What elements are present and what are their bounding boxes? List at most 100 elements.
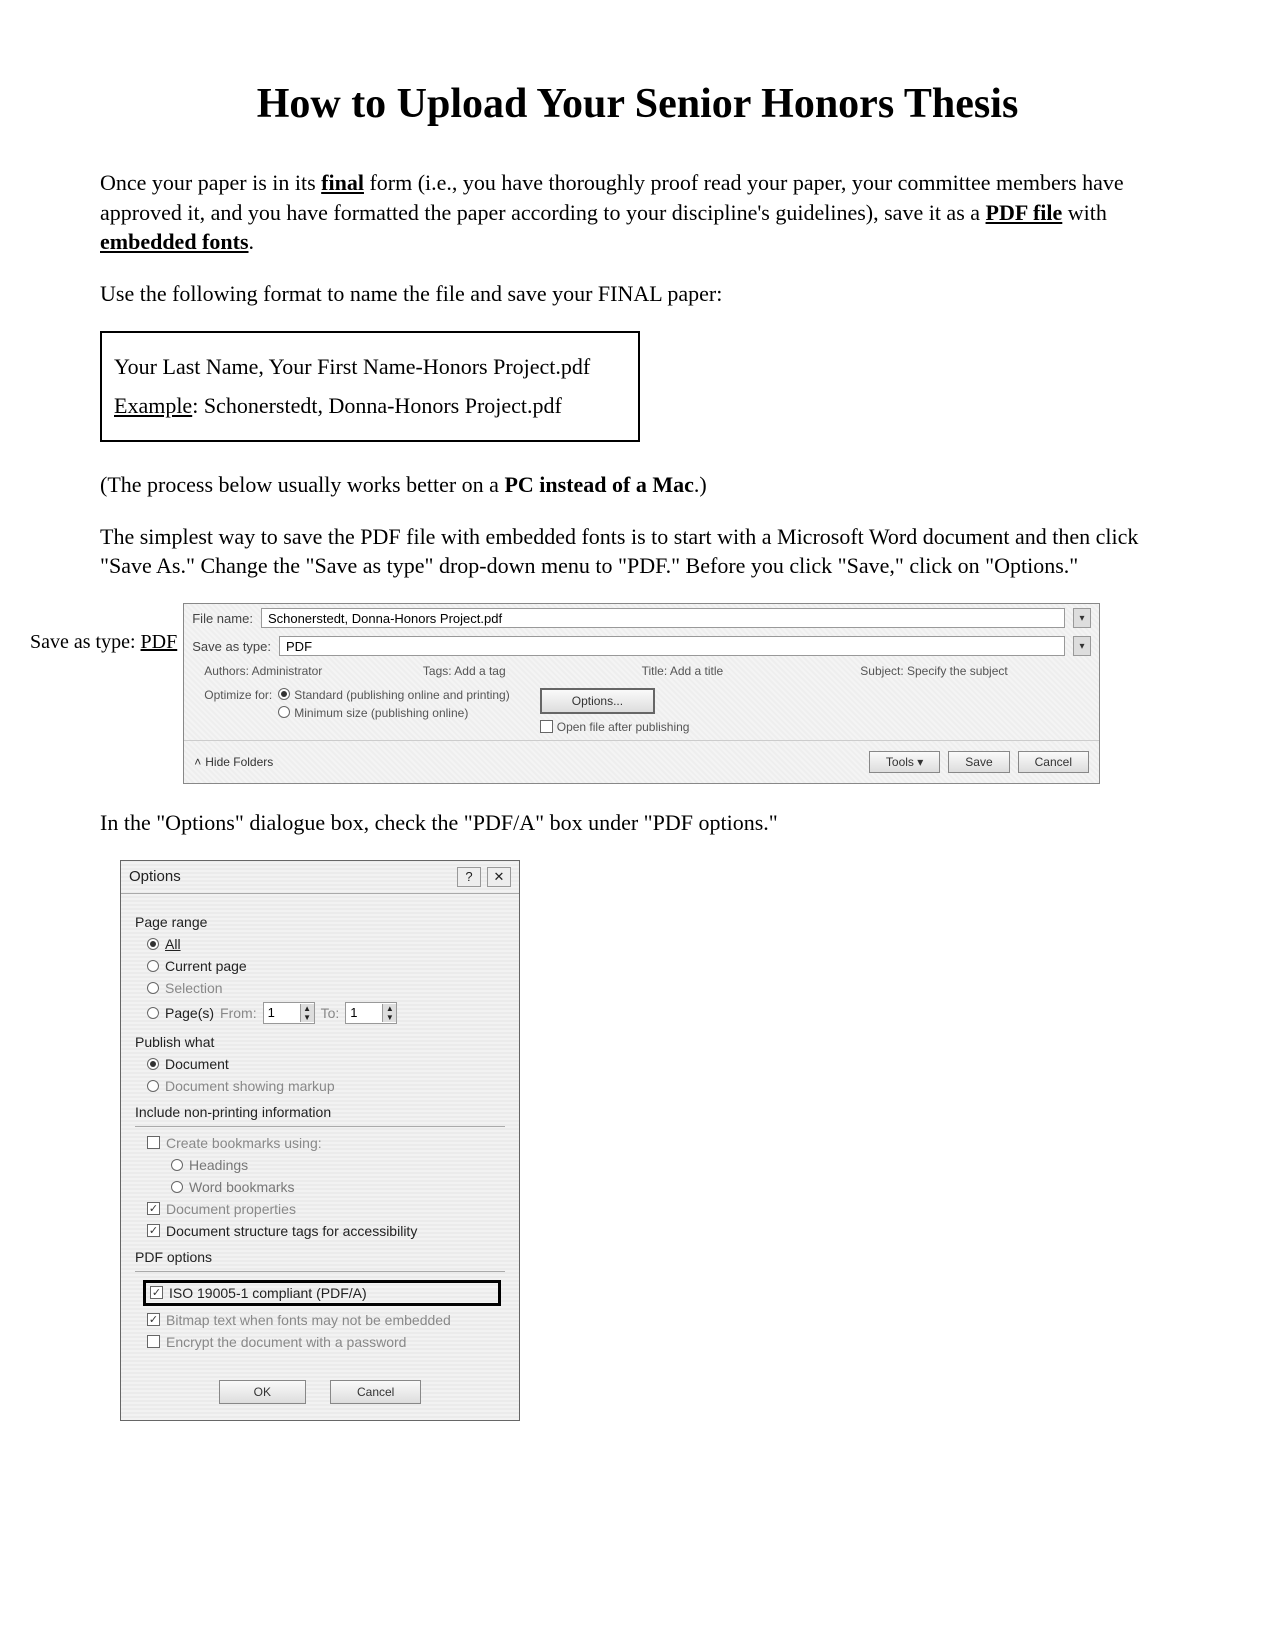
tags-label: Tags: bbox=[423, 664, 452, 678]
from-input[interactable] bbox=[264, 1005, 300, 1020]
checkbox-icon bbox=[147, 1202, 160, 1215]
checkbox-icon bbox=[147, 1313, 160, 1326]
text: Document bbox=[165, 1056, 229, 1072]
subject-value[interactable]: Specify the subject bbox=[907, 664, 1008, 678]
title-label: Title: bbox=[642, 664, 668, 678]
radio-icon bbox=[171, 1159, 183, 1171]
pdfa-checkbox[interactable]: ISO 19005-1 compliant (PDF/A) bbox=[143, 1280, 501, 1306]
radio-icon bbox=[147, 960, 159, 972]
from-label: From: bbox=[220, 1005, 257, 1021]
tools-button[interactable]: Tools ▾ bbox=[869, 751, 940, 773]
radio-icon bbox=[147, 938, 159, 950]
text: Hide Folders bbox=[205, 755, 273, 769]
cancel-button[interactable]: Cancel bbox=[1018, 751, 1089, 773]
text: Page(s) bbox=[165, 1005, 214, 1021]
example-value: : Schonerstedt, Donna-Honors Project.pdf bbox=[192, 393, 562, 418]
to-label: To: bbox=[321, 1005, 340, 1021]
headings-radio: Headings bbox=[171, 1157, 505, 1173]
subject-label: Subject: bbox=[860, 664, 903, 678]
hide-folders-toggle[interactable]: ˄ Hide Folders bbox=[194, 755, 273, 769]
text: ISO 19005-1 compliant (PDF/A) bbox=[169, 1285, 367, 1301]
saveastype-label: Save as type: bbox=[192, 639, 271, 654]
intro-paragraph: Once your paper is in its final form (i.… bbox=[100, 168, 1175, 257]
page-range-current-radio[interactable]: Current page bbox=[147, 958, 505, 974]
radio-icon bbox=[147, 982, 159, 994]
title-value[interactable]: Add a title bbox=[670, 664, 723, 678]
checkbox-icon bbox=[150, 1286, 163, 1299]
options-button[interactable]: Options... bbox=[540, 688, 655, 714]
radio-icon bbox=[278, 706, 290, 718]
text: Standard (publishing online and printing… bbox=[294, 688, 509, 702]
bookmarks-checkbox[interactable]: Create bookmarks using: bbox=[147, 1135, 505, 1151]
text: . bbox=[249, 229, 255, 254]
ok-button[interactable]: OK bbox=[219, 1380, 306, 1404]
publish-markup-radio: Document showing markup bbox=[147, 1078, 505, 1094]
text: with bbox=[1062, 200, 1107, 225]
close-icon[interactable]: ✕ bbox=[487, 867, 511, 887]
saveas-callout-label: Save as type: PDF bbox=[30, 603, 177, 654]
text: (The process below usually works better … bbox=[100, 472, 504, 497]
chevron-down-icon[interactable]: ▾ bbox=[1073, 636, 1091, 656]
text: Bitmap text when fonts may not be embedd… bbox=[166, 1312, 451, 1328]
text: Once your paper is in its bbox=[100, 170, 321, 195]
filename-input[interactable] bbox=[261, 608, 1065, 628]
optimize-standard-radio[interactable]: Standard (publishing online and printing… bbox=[278, 688, 509, 702]
open-after-checkbox[interactable]: Open file after publishing bbox=[540, 720, 690, 734]
text: Minimum size (publishing online) bbox=[294, 706, 468, 720]
to-input[interactable] bbox=[346, 1005, 382, 1020]
publish-what-label: Publish what bbox=[135, 1034, 505, 1050]
text: Encrypt the document with a password bbox=[166, 1334, 406, 1350]
options-dialog-title: Options bbox=[129, 868, 181, 885]
chevron-down-icon[interactable]: ▾ bbox=[1073, 608, 1091, 628]
nonprinting-label: Include non-printing information bbox=[135, 1104, 505, 1120]
text: All bbox=[165, 936, 181, 952]
emphasis-embedded-fonts: embedded fonts bbox=[100, 229, 249, 254]
text: Current page bbox=[165, 958, 247, 974]
tags-value[interactable]: Add a tag bbox=[454, 664, 505, 678]
text: .) bbox=[694, 472, 707, 497]
options-dialog: Options ? ✕ Page range All Current page … bbox=[120, 860, 520, 1421]
text: Create bookmarks using: bbox=[166, 1135, 322, 1151]
save-button[interactable]: Save bbox=[948, 751, 1009, 773]
page-title: How to Upload Your Senior Honors Thesis bbox=[100, 80, 1175, 128]
saveastype-input[interactable] bbox=[279, 636, 1065, 656]
from-spinner[interactable]: ▲▼ bbox=[263, 1002, 315, 1024]
filename-convention-box: Your Last Name, Your First Name-Honors P… bbox=[100, 331, 640, 442]
arrow-up-icon[interactable]: ▲ bbox=[300, 1004, 314, 1013]
radio-icon bbox=[147, 1058, 159, 1070]
optimize-minimum-radio[interactable]: Minimum size (publishing online) bbox=[278, 706, 509, 720]
saveas-dialog: File name: ▾ Save as type: ▾ Authors: Ad… bbox=[183, 603, 1100, 784]
cancel-button[interactable]: Cancel bbox=[330, 1380, 421, 1404]
chevron-up-icon: ˄ bbox=[194, 755, 201, 769]
text: Headings bbox=[189, 1157, 248, 1173]
filename-example: Example: Schonerstedt, Donna-Honors Proj… bbox=[114, 386, 626, 426]
checkbox-icon bbox=[147, 1136, 160, 1149]
emphasis-final: final bbox=[321, 170, 364, 195]
structure-tags-checkbox[interactable]: Document structure tags for accessibilit… bbox=[147, 1223, 505, 1239]
example-label: Example bbox=[114, 393, 192, 418]
radio-icon bbox=[171, 1181, 183, 1193]
arrow-down-icon[interactable]: ▼ bbox=[382, 1013, 396, 1022]
encrypt-checkbox: Encrypt the document with a password bbox=[147, 1334, 505, 1350]
page-range-pages-radio[interactable]: Page(s) bbox=[147, 1005, 214, 1021]
checkbox-icon bbox=[147, 1335, 160, 1348]
help-icon[interactable]: ? bbox=[457, 867, 481, 887]
radio-icon bbox=[147, 1080, 159, 1092]
authors-value[interactable]: Administrator bbox=[252, 664, 323, 678]
publish-document-radio[interactable]: Document bbox=[147, 1056, 505, 1072]
radio-icon bbox=[278, 688, 290, 700]
pc-note: (The process below usually works better … bbox=[100, 470, 1175, 500]
filename-label: File name: bbox=[192, 611, 253, 626]
doc-properties-checkbox[interactable]: Document properties bbox=[147, 1201, 505, 1217]
to-spinner[interactable]: ▲▼ bbox=[345, 1002, 397, 1024]
arrow-up-icon[interactable]: ▲ bbox=[382, 1004, 396, 1013]
arrow-down-icon[interactable]: ▼ bbox=[300, 1013, 314, 1022]
pdf-options-label: PDF options bbox=[135, 1249, 505, 1265]
format-instruction: Use the following format to name the fil… bbox=[100, 279, 1175, 309]
page-range-all-radio[interactable]: All bbox=[147, 936, 505, 952]
text: Selection bbox=[165, 980, 223, 996]
page-range-selection-radio: Selection bbox=[147, 980, 505, 996]
checkbox-icon bbox=[147, 1224, 160, 1237]
instructions-saveas: The simplest way to save the PDF file wi… bbox=[100, 522, 1175, 581]
text: Document properties bbox=[166, 1201, 296, 1217]
